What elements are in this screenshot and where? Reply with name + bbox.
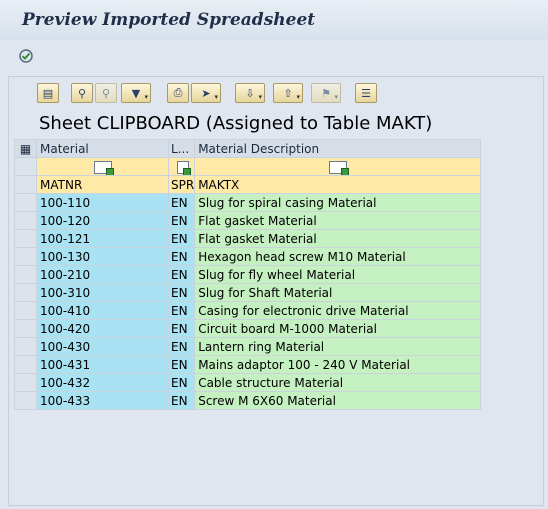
- window-title: Preview Imported Spreadsheet: [22, 10, 316, 30]
- table-row[interactable]: 100-310 EN Slug for Shaft Material: [14, 283, 482, 302]
- tech-name: MATNR: [36, 175, 169, 194]
- title-bar: Preview Imported Spreadsheet: [0, 0, 548, 41]
- description-cell[interactable]: Flat gasket Material: [194, 211, 482, 230]
- column-header-material[interactable]: Material: [36, 139, 169, 158]
- data-grid: ▦ Material L... Material Description MAT…: [14, 139, 482, 410]
- column-header-language[interactable]: L...: [167, 139, 196, 158]
- language-cell[interactable]: EN: [167, 355, 196, 374]
- language-cell[interactable]: EN: [167, 247, 196, 266]
- row-selector[interactable]: [14, 247, 37, 266]
- export-icon[interactable]: ➤ ▾: [191, 83, 221, 103]
- execute-icon[interactable]: [18, 48, 34, 64]
- language-cell[interactable]: EN: [167, 211, 196, 230]
- row-selector[interactable]: [14, 355, 37, 374]
- sort-ascending-icon[interactable]: ⇩ ▾: [235, 83, 265, 103]
- tech-name: MAKTX: [194, 175, 482, 194]
- language-cell[interactable]: EN: [167, 373, 196, 392]
- language-cell[interactable]: EN: [167, 283, 196, 302]
- spreadsheet-panel: ▤ ⚲ ⚲ ▼ ▾ ⎙ ➤ ▾ ⇩ ▾ ⇧ ▾ ⚑ ▾ ☰ Sheet CLIPBOARD…: [8, 76, 544, 506]
- row-selector[interactable]: [14, 193, 37, 212]
- table-row[interactable]: 100-130 EN Hexagon head screw M10 Material: [14, 247, 482, 266]
- material-cell[interactable]: 100-110: [36, 193, 169, 212]
- material-cell[interactable]: 100-121: [36, 229, 169, 248]
- filter-row: [14, 157, 482, 176]
- description-cell[interactable]: Lantern ring Material: [194, 337, 482, 356]
- description-cell[interactable]: Mains adaptor 100 - 240 V Material: [194, 355, 482, 374]
- description-cell[interactable]: Circuit board M-1000 Material: [194, 319, 482, 338]
- column-header-description[interactable]: Material Description: [194, 139, 482, 158]
- sort-descending-icon[interactable]: ⇧ ▾: [273, 83, 303, 103]
- description-cell[interactable]: Slug for spiral casing Material: [194, 193, 482, 212]
- language-cell[interactable]: EN: [167, 193, 196, 212]
- select-all-icon[interactable]: ▦: [14, 139, 37, 158]
- table-row[interactable]: 100-410 EN Casing for electronic drive Mat…: [14, 301, 482, 320]
- row-selector[interactable]: [14, 211, 37, 230]
- material-cell[interactable]: 100-431: [36, 355, 169, 374]
- description-cell[interactable]: Hexagon head screw M10 Material: [194, 247, 482, 266]
- row-selector[interactable]: [14, 301, 37, 320]
- table-row[interactable]: 100-121 EN Flat gasket Material: [14, 229, 482, 248]
- language-cell[interactable]: EN: [167, 265, 196, 284]
- header-row: ▦ Material L... Material Description: [14, 139, 482, 158]
- print-icon[interactable]: ⎙: [167, 83, 189, 103]
- description-cell[interactable]: Slug for fly wheel Material: [194, 265, 482, 284]
- material-cell[interactable]: 100-130: [36, 247, 169, 266]
- material-cell[interactable]: 100-410: [36, 301, 169, 320]
- language-cell[interactable]: EN: [167, 319, 196, 338]
- description-cell[interactable]: Slug for Shaft Material: [194, 283, 482, 302]
- field-select-icon[interactable]: [167, 157, 196, 176]
- material-cell[interactable]: 100-310: [36, 283, 169, 302]
- row-selector[interactable]: [14, 391, 37, 410]
- field-select-icon[interactable]: [194, 157, 482, 176]
- material-cell[interactable]: 100-120: [36, 211, 169, 230]
- sheet-title: Sheet CLIPBOARD (Assigned to Table MAKT): [39, 113, 433, 134]
- row-selector[interactable]: [14, 283, 37, 302]
- layout-icon[interactable]: ☰: [355, 83, 377, 103]
- row-selector[interactable]: [14, 265, 37, 284]
- description-cell[interactable]: Flat gasket Material: [194, 229, 482, 248]
- table-row[interactable]: 100-433 EN Screw M 6X60 Material: [14, 391, 482, 410]
- material-cell[interactable]: 100-433: [36, 391, 169, 410]
- technical-name-row: MATNR SPR MAKTX: [14, 175, 482, 194]
- details-icon[interactable]: ▤: [37, 83, 59, 103]
- table-row[interactable]: 100-420 EN Circuit board M-1000 Material: [14, 319, 482, 338]
- table-row[interactable]: 100-432 EN Cable structure Material: [14, 373, 482, 392]
- flag-icon[interactable]: ⚑ ▾: [311, 83, 341, 103]
- row-selector[interactable]: [14, 229, 37, 248]
- field-select-icon[interactable]: [36, 157, 169, 176]
- material-cell[interactable]: 100-420: [36, 319, 169, 338]
- find-icon[interactable]: ⚲: [71, 83, 93, 103]
- application-toolbar: [0, 40, 548, 72]
- description-cell[interactable]: Casing for electronic drive Material: [194, 301, 482, 320]
- row-selector[interactable]: [14, 337, 37, 356]
- material-cell[interactable]: 100-210: [36, 265, 169, 284]
- description-cell[interactable]: Screw M 6X60 Material: [194, 391, 482, 410]
- language-cell[interactable]: EN: [167, 391, 196, 410]
- tech-name: SPR: [167, 175, 196, 194]
- table-row[interactable]: 100-430 EN Lantern ring Material: [14, 337, 482, 356]
- material-cell[interactable]: 100-430: [36, 337, 169, 356]
- material-cell[interactable]: 100-432: [36, 373, 169, 392]
- language-cell[interactable]: EN: [167, 337, 196, 356]
- find-next-icon[interactable]: ⚲: [95, 83, 117, 103]
- filter-icon[interactable]: ▼ ▾: [121, 83, 151, 103]
- row-selector[interactable]: [14, 319, 37, 338]
- table-row[interactable]: 100-120 EN Flat gasket Material: [14, 211, 482, 230]
- description-cell[interactable]: Cable structure Material: [194, 373, 482, 392]
- row-selector[interactable]: [14, 373, 37, 392]
- language-cell[interactable]: EN: [167, 229, 196, 248]
- language-cell[interactable]: EN: [167, 301, 196, 320]
- table-row[interactable]: 100-210 EN Slug for fly wheel Material: [14, 265, 482, 284]
- table-row[interactable]: 100-431 EN Mains adaptor 100 - 240 V Mater…: [14, 355, 482, 374]
- table-row[interactable]: 100-110 EN Slug for spiral casing Material: [14, 193, 482, 212]
